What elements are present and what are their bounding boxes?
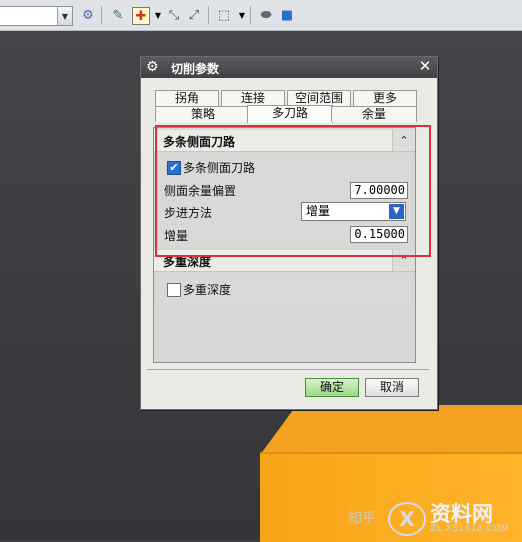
tab-corners[interactable]: 拐角 — [155, 90, 219, 106]
multiple-depth-checkbox[interactable] — [167, 283, 181, 297]
tab-containment[interactable]: 空间范围 — [287, 90, 351, 106]
toolbar-separator — [101, 6, 102, 24]
toolbar: ▼ ⚙ ✎ ✚ ▼ ⤡ ⤢ ⬚ ▼ ⬬ ■ — [0, 0, 522, 31]
highlight-box — [155, 125, 431, 257]
move-icon[interactable]: ⤢ — [186, 7, 202, 23]
chevron-down-icon[interactable]: ▼ — [150, 7, 166, 23]
snap-point-icon[interactable]: ✚ — [132, 7, 150, 25]
toolbar-separator — [208, 6, 209, 24]
tool-icon[interactable]: ✎ — [110, 7, 126, 23]
tab-more[interactable]: 更多 — [353, 90, 417, 106]
ok-button[interactable]: 确定 — [305, 378, 359, 397]
depth-section-body: 多重深度 — [158, 274, 411, 306]
multiple-depth-checkbox-label: 多重深度 — [183, 283, 232, 297]
transform-icon[interactable]: ⤡ — [166, 7, 182, 23]
toolbar-separator — [250, 6, 251, 24]
chevron-down-icon[interactable]: ▼ — [57, 7, 72, 25]
dialog-title: 切削参数 — [171, 62, 220, 76]
cancel-button[interactable]: 取消 — [365, 378, 419, 397]
zhihu-watermark: 知乎 — [348, 511, 376, 527]
site-watermark: X 资料网 ZL.XS1616.COM — [388, 498, 518, 538]
brand-url: ZL.XS1616.COM — [430, 524, 510, 534]
tab-connections[interactable]: 连接 — [221, 90, 285, 106]
cube-view-icon[interactable]: ■ — [279, 7, 295, 23]
shaded-view-icon[interactable]: ⬬ — [258, 7, 274, 23]
select-box-icon[interactable]: ⬚ — [216, 7, 232, 23]
chevron-down-icon[interactable]: ▼ — [234, 7, 250, 23]
dialog-titlebar[interactable]: ⚙ 切削参数 ✕ — [141, 57, 437, 78]
logo-icon: X — [388, 502, 426, 536]
divider — [147, 369, 429, 370]
tab-stock[interactable]: 余量 — [331, 106, 417, 122]
toolbar-dropdown[interactable]: ▼ — [0, 6, 73, 26]
tab-multiple-passes[interactable]: 多刀路 — [247, 105, 333, 123]
tab-strategy[interactable]: 策略 — [155, 106, 251, 122]
gear-icon[interactable]: ⚙ — [146, 59, 159, 75]
part-top-face — [260, 405, 522, 455]
operation-icon[interactable]: ⚙ — [80, 7, 96, 23]
close-icon[interactable]: ✕ — [417, 58, 433, 75]
